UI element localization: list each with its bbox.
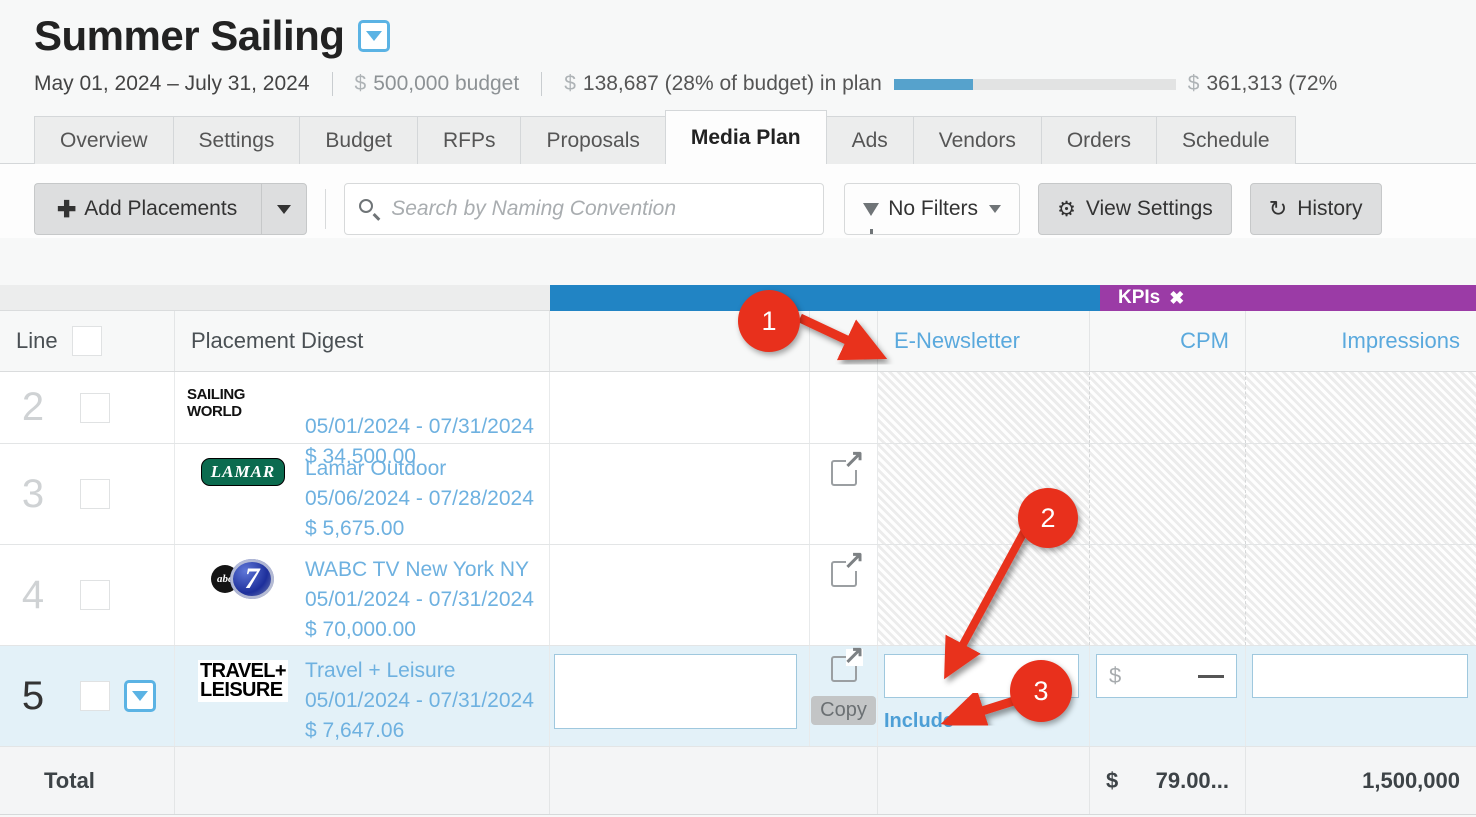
annotation-number: 3 bbox=[1033, 675, 1049, 706]
annotation-badge-1: 1 bbox=[738, 290, 800, 352]
annotation-badge-3: 3 bbox=[1010, 660, 1072, 722]
annotation-number: 1 bbox=[761, 305, 777, 336]
annotation-arrows bbox=[798, 313, 1029, 732]
media-plan-screen: Summer Sailing May 01, 2024 – July 31, 2… bbox=[0, 0, 1476, 817]
annotation-number: 2 bbox=[1040, 502, 1056, 533]
annotation-badge-2: 2 bbox=[1018, 488, 1078, 548]
